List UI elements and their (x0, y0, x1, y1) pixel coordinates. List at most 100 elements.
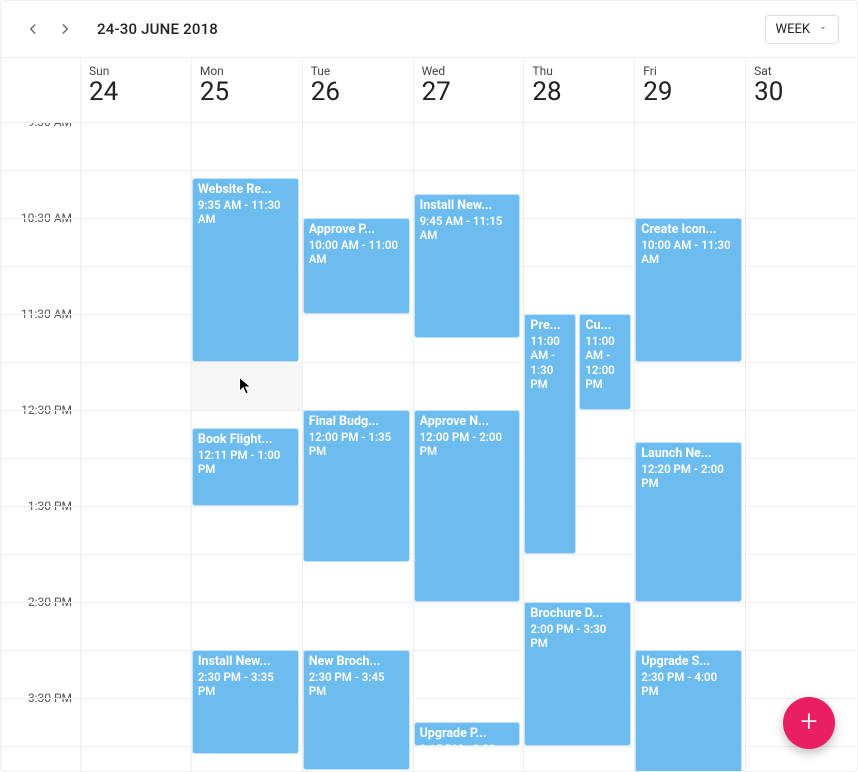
view-picker-label: WEEK (776, 22, 810, 37)
calendar-event[interactable]: Cu...11:00 AM - 12:00 PM (579, 314, 631, 410)
event-title: Book Flight... (198, 432, 293, 447)
event-time: 9:45 AM - 11:15 AM (420, 214, 515, 243)
grid-line (746, 266, 857, 267)
grid-line (192, 410, 302, 411)
calendar-app: 24-30 JUNE 2018 WEEK Sun24Mon25Tue26Wed2… (0, 0, 858, 772)
grid-line (1, 650, 80, 651)
grid-line (81, 458, 191, 459)
day-column[interactable]: Website Re...9:35 AM - 11:30 AM Book Flig… (192, 122, 303, 772)
day-column[interactable] (81, 122, 192, 772)
calendar-event[interactable]: Brochure D...2:00 PM - 3:30 PM (524, 602, 631, 746)
day-of-week-label: Wed (422, 64, 524, 78)
day-of-month-label: 28 (532, 78, 634, 107)
day-column[interactable]: Install New...9:45 AM - 11:15 AM Approve … (414, 122, 525, 772)
grid-line (524, 218, 634, 219)
day-of-month-label: 30 (754, 78, 857, 107)
day-of-week-label: Thu (532, 64, 634, 78)
grid-line (1, 410, 80, 411)
grid-line (746, 410, 857, 411)
prev-week-button[interactable] (19, 15, 47, 43)
event-time: 12:20 PM - 2:00 PM (641, 462, 736, 491)
grid-line (414, 698, 524, 699)
grid-line (635, 410, 745, 411)
grid-line (414, 650, 524, 651)
calendar-event[interactable]: Final Budg...12:00 PM - 1:35 PM (303, 410, 410, 562)
date-range-title: 24-30 JUNE 2018 (97, 20, 218, 38)
grid-line (746, 602, 857, 603)
calendar-event[interactable]: Book Flight...12:11 PM - 1:00 PM (192, 428, 299, 506)
grid-line (1, 554, 80, 555)
day-header[interactable]: Sat30 (746, 58, 857, 122)
calendar-event[interactable]: Install New...2:30 PM - 3:35 PM (192, 650, 299, 754)
calendar-event[interactable]: Approve P...10:00 AM - 11:00 AM (303, 218, 410, 314)
event-time: 2:00 PM - 3:30 PM (530, 622, 625, 651)
time-gutter: 9:30 AM10:30 AM11:30 AM12:30 PM1:30 PM2:… (1, 122, 81, 772)
calendar-event[interactable]: Create Icon...10:00 AM - 11:30 AM (635, 218, 742, 362)
day-header[interactable]: Wed27 (414, 58, 525, 122)
day-of-week-label: Fri (643, 64, 745, 78)
calendar-event[interactable]: Website Re...9:35 AM - 11:30 AM (192, 178, 299, 362)
grid-line (81, 506, 191, 507)
grid-line (635, 362, 745, 363)
grid-line (524, 746, 634, 747)
view-picker[interactable]: WEEK (765, 15, 839, 44)
calendar-event[interactable]: Launch Ne...12:20 PM - 2:00 PM (635, 442, 742, 602)
grid-line (1, 506, 80, 507)
calendar-event[interactable]: Upgrade S...2:30 PM - 4:00 PM (635, 650, 742, 772)
grid-line (635, 122, 745, 123)
day-column[interactable]: Create Icon...10:00 AM - 11:30 AM Launch … (635, 122, 746, 772)
day-column[interactable] (746, 122, 857, 772)
event-title: Final Budg... (309, 414, 404, 429)
day-column[interactable]: Pre...11:00 AM - 1:30 PMCu...11:00 AM - … (524, 122, 635, 772)
add-event-fab[interactable]: + (783, 697, 835, 749)
day-header[interactable]: Mon25 (192, 58, 303, 122)
grid-line (1, 362, 80, 363)
grid-line (81, 554, 191, 555)
caret-down-icon (818, 22, 828, 37)
event-time: 9:35 AM - 11:30 AM (198, 198, 293, 227)
grid-line (746, 218, 857, 219)
grid-line (81, 218, 191, 219)
event-title: Upgrade P... (420, 726, 515, 741)
day-header[interactable]: Fri29 (635, 58, 746, 122)
grid-line (524, 554, 634, 555)
grid-line (192, 506, 302, 507)
time-grid[interactable]: 9:30 AM10:30 AM11:30 AM12:30 PM1:30 PM2:… (1, 122, 857, 772)
grid-line (192, 602, 302, 603)
chevron-right-icon (58, 22, 72, 36)
calendar-event[interactable]: Upgrade P...3:15 PM - 3:30 PM (414, 722, 521, 746)
event-title: Create Icon... (641, 222, 736, 237)
grid-line (81, 362, 191, 363)
event-time: 2:30 PM - 3:35 PM (198, 670, 293, 699)
grid-line (1, 266, 80, 267)
grid-line (414, 170, 524, 171)
day-of-week-label: Sun (89, 64, 191, 78)
grid-line (746, 650, 857, 651)
day-header[interactable]: Sun24 (81, 58, 192, 122)
calendar-event[interactable]: New Broch...2:30 PM - 3:45 PM (303, 650, 410, 770)
event-title: Install New... (420, 198, 515, 213)
grid-line (524, 170, 634, 171)
day-column[interactable]: Approve P...10:00 AM - 11:00 AM Final Bud… (303, 122, 414, 772)
calendar-event[interactable]: Approve N...12:00 PM - 2:00 PM (414, 410, 521, 602)
day-of-month-label: 29 (643, 78, 745, 107)
event-title: Brochure D... (530, 606, 625, 621)
event-title: Install New... (198, 654, 293, 669)
grid-line (414, 122, 524, 123)
plus-icon: + (801, 707, 818, 737)
day-of-week-label: Tue (311, 64, 413, 78)
grid-line (81, 170, 191, 171)
grid-line (81, 266, 191, 267)
hover-cell (192, 362, 302, 410)
day-header[interactable]: Thu28 (524, 58, 635, 122)
day-of-month-label: 24 (89, 78, 191, 107)
grid-line (635, 602, 745, 603)
calendar-event[interactable]: Pre...11:00 AM - 1:30 PM (524, 314, 576, 554)
event-time: 11:00 AM - 12:00 PM (585, 334, 625, 392)
grid-line (1, 458, 80, 459)
day-header[interactable]: Tue26 (303, 58, 414, 122)
grid-line (1, 698, 80, 699)
grid-line (1, 602, 80, 603)
next-week-button[interactable] (51, 15, 79, 43)
calendar-event[interactable]: Install New...9:45 AM - 11:15 AM (414, 194, 521, 338)
